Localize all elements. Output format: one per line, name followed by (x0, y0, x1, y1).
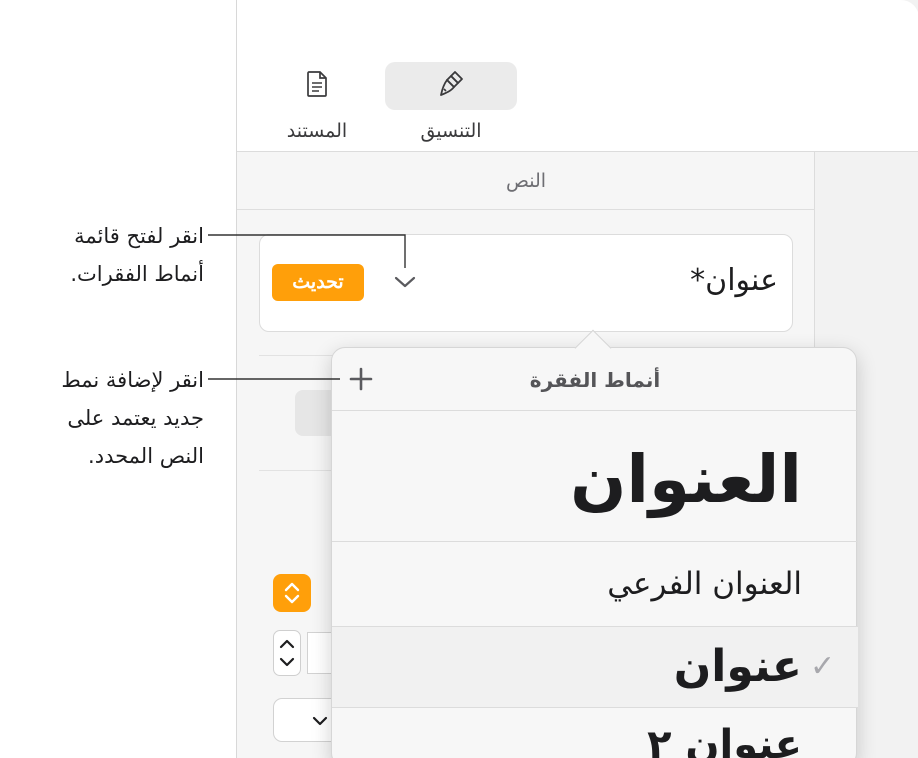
style-row-title[interactable]: العنوان (332, 410, 858, 542)
paragraph-style-selector[interactable]: عنوان* تحديث (259, 234, 793, 332)
style-label: العنوان الفرعي (607, 566, 802, 602)
checkmark-icon: ✓ (810, 649, 836, 684)
paragraph-style-name: عنوان* (690, 263, 778, 298)
callout-line: انقر لإضافة نمط (61, 368, 204, 392)
style-menu-chevron[interactable] (390, 267, 420, 297)
callout-add-style: انقر لإضافة نمط جديد يعتمد على النص المح… (61, 361, 204, 475)
style-label: عنوان (673, 641, 802, 692)
sidebar-tab-bar: التنسيق المستند (237, 0, 918, 152)
style-label: العنوان (570, 441, 802, 518)
callout-line: أنماط الفقرات. (70, 262, 204, 286)
style-label: عنوان ٢ (647, 722, 802, 758)
update-style-button[interactable]: تحديث (272, 264, 364, 301)
chevron-down-icon (312, 716, 328, 726)
tab-format-label: التنسيق (420, 120, 482, 142)
style-row-heading-2[interactable]: عنوان ٢ (332, 707, 858, 758)
callout-line: جديد يعتمد على (67, 406, 204, 430)
tab-document[interactable] (251, 62, 383, 110)
callout-line: انقر لفتح قائمة (74, 224, 204, 248)
popover-title: أنماط الفقرة (529, 368, 661, 392)
stepper-arrows-icon (279, 639, 295, 667)
tab-document-label: المستند (286, 120, 348, 142)
plus-icon (349, 367, 373, 391)
font-size-popup-button[interactable] (273, 574, 311, 612)
chevron-up-down-icon (284, 582, 300, 604)
section-title-text: النص (505, 170, 547, 192)
callout-line: النص المحدد. (88, 444, 204, 468)
callout-open-menu: انقر لفتح قائمة أنماط الفقرات. (70, 217, 204, 293)
size-stepper[interactable] (273, 630, 301, 676)
add-style-button[interactable] (344, 362, 378, 396)
paragraph-styles-popover: أنماط الفقرة العنوان العنوان الفرعي عنوا… (331, 329, 858, 758)
style-row-heading[interactable]: عنوان ✓ (332, 626, 858, 708)
style-row-subtitle[interactable]: العنوان الفرعي (332, 541, 858, 627)
tab-format[interactable] (385, 62, 517, 110)
paintbrush-icon (436, 69, 466, 103)
chevron-down-icon (394, 276, 416, 288)
document-icon (305, 70, 329, 102)
divider (237, 209, 815, 210)
